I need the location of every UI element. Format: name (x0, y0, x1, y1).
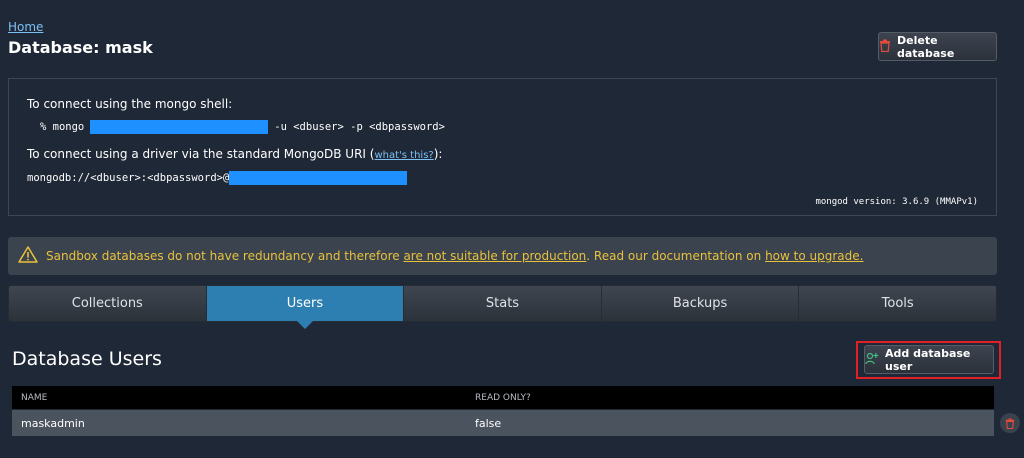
driver-label-text: To connect using a driver via the standa… (27, 147, 375, 161)
driver-uri-prefix: mongodb://<dbuser>:<dbpassword>@ (27, 172, 230, 184)
user-name-cell: maskadmin (21, 416, 85, 430)
add-database-user-button[interactable]: Add database user (864, 345, 994, 374)
driver-label-end: ): (433, 147, 443, 161)
driver-connect-label: To connect using a driver via the standa… (27, 147, 442, 161)
users-table-header: NAME READ ONLY? (12, 386, 994, 409)
delete-database-label: Delete database (897, 33, 955, 60)
redacted-uri-host (229, 171, 408, 185)
database-tabs: Collections Users Stats Backups Tools (8, 285, 997, 329)
shell-command-prefix: % mongo (40, 121, 85, 133)
delete-user-button[interactable] (1000, 413, 1020, 433)
column-header-read-only: READ ONLY? (475, 392, 531, 403)
section-title: Database Users (12, 348, 162, 370)
add-database-user-label: Add database user (885, 346, 971, 373)
trash-icon (1005, 414, 1015, 433)
not-suitable-link[interactable]: are not suitable for production (403, 249, 586, 263)
driver-uri: mongodb://<dbuser>:<dbpassword>@ (27, 171, 408, 185)
warning-text: Sandbox databases do not have redundancy… (46, 249, 863, 263)
tab-collections[interactable]: Collections (9, 286, 207, 321)
shell-command-suffix: -u <dbuser> -p <dbpassword> (274, 121, 445, 133)
tab-backups[interactable]: Backups (602, 286, 800, 321)
page-title: Database: mask (8, 38, 153, 57)
connection-info-panel: To connect using the mongo shell: % mong… (8, 78, 997, 216)
how-to-upgrade-link[interactable]: how to upgrade. (765, 249, 863, 263)
tab-stats[interactable]: Stats (404, 286, 602, 321)
table-row: maskadmin false (12, 410, 994, 436)
read-only-cell: false (475, 416, 502, 430)
shell-command: % mongo -u <dbuser> -p <dbpassword> (40, 120, 445, 134)
mongod-version: mongod version: 3.6.9 (MMAPv1) (815, 197, 978, 207)
warning-triangle-icon (18, 246, 38, 266)
redacted-host (90, 120, 269, 134)
delete-database-button[interactable]: Delete database (878, 32, 997, 61)
breadcrumb-home-link[interactable]: Home (8, 20, 43, 34)
warning-text-part2: . Read our documentation on (586, 249, 766, 263)
warning-text-part1: Sandbox databases do not have redundancy… (46, 249, 404, 263)
sandbox-warning-banner: Sandbox databases do not have redundancy… (8, 237, 997, 275)
tab-users[interactable]: Users (206, 286, 405, 329)
add-user-icon (865, 352, 879, 368)
trash-icon (879, 39, 891, 55)
column-header-name: NAME (21, 392, 48, 403)
whats-this-link[interactable]: what's this? (374, 150, 433, 161)
tab-tools[interactable]: Tools (799, 286, 996, 321)
shell-connect-label: To connect using the mongo shell: (27, 97, 233, 111)
